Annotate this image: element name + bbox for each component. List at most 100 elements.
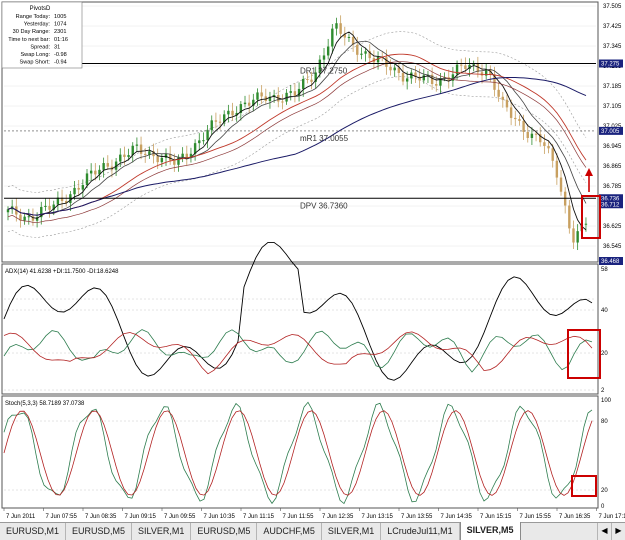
candle-body bbox=[214, 120, 218, 122]
tab-eurusd-m5[interactable]: EURUSD,M5 bbox=[66, 523, 133, 540]
pivots-row-label: Time to next bar: bbox=[8, 37, 50, 43]
candle-body bbox=[260, 92, 263, 97]
chart-area[interactable]: DR1 37.2750 mR1 37.0055 DPV 36.7360 37.505… bbox=[0, 0, 625, 522]
adx-label: ADX(14) 41.6238 +DI:11.7500 -DI:18.6248 bbox=[5, 269, 119, 275]
price-tick-label: 36.865 bbox=[603, 164, 622, 170]
candle-body bbox=[543, 142, 546, 146]
chart-canvas[interactable]: DR1 37.2750 mR1 37.0055 DPV 36.7360 37.505… bbox=[0, 0, 625, 522]
scroll-left-icon[interactable]: ◀ bbox=[597, 523, 611, 540]
time-tick-label: 7 Jun 13:55 bbox=[401, 514, 433, 520]
adx-tick-label: 40 bbox=[601, 308, 608, 314]
candle-body bbox=[247, 102, 251, 106]
candle-body bbox=[331, 28, 334, 47]
price-tick-label: 37.345 bbox=[603, 44, 622, 50]
stoch-label: Stoch(5,3,3) 58.7189 37.0738 bbox=[5, 401, 85, 407]
tab-eurusd-m5-2[interactable]: EURUSD,M5 bbox=[191, 523, 258, 540]
candle-body bbox=[85, 173, 89, 186]
candle-body bbox=[139, 144, 143, 154]
candle-body bbox=[23, 216, 26, 221]
pivots-row-value: 2301 bbox=[54, 29, 66, 35]
pivots-row-value: 1005 bbox=[54, 14, 66, 20]
candle-body bbox=[289, 91, 292, 93]
candle-body bbox=[360, 53, 363, 55]
candle-body bbox=[385, 57, 388, 67]
candle-body bbox=[326, 46, 330, 56]
tab-lcrude-m1[interactable]: LCrudeJul11,M1 bbox=[381, 523, 460, 540]
candle-body bbox=[206, 130, 209, 141]
pivots-row-value: -0.98 bbox=[54, 52, 67, 58]
candle-body bbox=[555, 160, 559, 178]
candle-body bbox=[160, 157, 164, 163]
candle-body bbox=[168, 154, 172, 161]
candle-body bbox=[389, 66, 392, 71]
candle-body bbox=[202, 140, 205, 142]
tab-silver-m5[interactable]: SILVER,M5 bbox=[459, 522, 521, 540]
candle-body bbox=[522, 120, 525, 132]
candle-body bbox=[256, 92, 259, 100]
candle-body bbox=[102, 163, 105, 170]
candle-body bbox=[144, 153, 147, 155]
time-tick-label: 7 Jun 07:55 bbox=[46, 514, 78, 520]
candle-body bbox=[572, 228, 575, 243]
candle-body bbox=[119, 154, 122, 162]
bottom-price-text: 36.468 bbox=[601, 259, 620, 265]
pivots-row-label: Swap Short: bbox=[20, 60, 51, 66]
candle-body bbox=[393, 67, 396, 71]
candle-body bbox=[435, 84, 438, 86]
time-tick-label: 7 Jun 10:35 bbox=[204, 514, 236, 520]
candle-body bbox=[534, 133, 538, 135]
tab-silver-m1[interactable]: SILVER,M1 bbox=[132, 523, 192, 540]
pivots-row-label: 30 Day Range: bbox=[13, 29, 51, 35]
candle-body bbox=[576, 231, 579, 243]
candle-body bbox=[302, 78, 305, 89]
candle-body bbox=[518, 119, 521, 121]
price-tick-label: 37.185 bbox=[603, 84, 622, 90]
candle-body bbox=[173, 160, 176, 165]
stoch-tick-label: 80 bbox=[601, 419, 608, 425]
time-tick-label: 7 Jun 2011 bbox=[6, 514, 36, 520]
candle-body bbox=[505, 99, 509, 108]
time-tick-label: 7 Jun 15:55 bbox=[520, 514, 552, 520]
candle-body bbox=[293, 91, 297, 97]
time-tick-label: 7 Jun 13:15 bbox=[362, 514, 394, 520]
tab-silver-m1-2[interactable]: SILVER,M1 bbox=[322, 523, 382, 540]
price-panel[interactable] bbox=[1, 1, 599, 263]
pivots-row-value: 31 bbox=[54, 44, 60, 50]
tab-eurusd-m1[interactable]: EURUSD,M1 bbox=[0, 523, 67, 540]
candle-body bbox=[48, 205, 51, 210]
stoch-tick-label: 0 bbox=[601, 504, 605, 510]
candle-body bbox=[44, 205, 47, 207]
candle-body bbox=[568, 205, 571, 229]
candle-body bbox=[526, 131, 529, 139]
candle-body bbox=[89, 170, 93, 174]
pivots-row-value: -0.94 bbox=[54, 60, 67, 66]
tab-audchf-m5[interactable]: AUDCHF,M5 bbox=[257, 523, 322, 540]
time-tick-label: 7 Jun 11:15 bbox=[243, 514, 275, 520]
tab-scroll-controls: ◀ ▶ bbox=[597, 523, 625, 540]
candle-body bbox=[559, 177, 563, 192]
scroll-right-icon[interactable]: ▶ bbox=[611, 523, 625, 540]
candle-body bbox=[339, 23, 342, 34]
candle-body bbox=[364, 51, 367, 54]
time-tick-label: 7 Jun 08:35 bbox=[85, 514, 117, 520]
pivots-row-label: Yesterday: bbox=[24, 22, 51, 28]
candle-body bbox=[584, 223, 588, 225]
candle-body bbox=[81, 185, 85, 190]
adx-tick-label: 58 bbox=[601, 267, 608, 273]
candle-body bbox=[306, 78, 309, 80]
price-tick-label: 36.785 bbox=[603, 184, 622, 190]
candle-body bbox=[127, 155, 130, 157]
price-axis: 37.50537.42537.34537.26537.18537.10537.0… bbox=[599, 4, 623, 510]
candle-body bbox=[509, 107, 513, 118]
price-tick-label: 36.625 bbox=[603, 224, 622, 230]
pivots-row-label: Swap Long: bbox=[20, 52, 50, 58]
candle-body bbox=[464, 65, 467, 69]
stoch-tick-label: 100 bbox=[601, 398, 612, 404]
candle-body bbox=[135, 144, 139, 146]
candle-body bbox=[422, 75, 425, 81]
level-label: DPV 36.7360 bbox=[300, 201, 348, 210]
current-price-text: 36.712 bbox=[601, 202, 620, 208]
time-axis: 7 Jun 2011 7 Jun 07:55 7 Jun 08:35 7 Jun 09… bbox=[3, 508, 625, 520]
candle-body bbox=[281, 101, 284, 103]
candle-body bbox=[94, 170, 97, 175]
